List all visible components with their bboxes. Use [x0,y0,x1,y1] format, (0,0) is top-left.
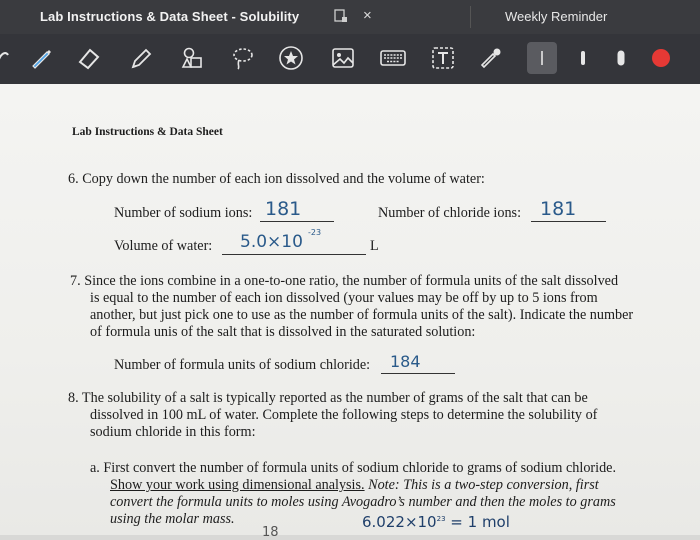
qa-note: Note: This is a two-step conversion, fir… [364,477,599,493]
red-color-icon [652,49,670,67]
tool-shapes[interactable] [178,43,208,73]
hw-avogadro-base: 6.022×10 [362,513,437,531]
lasso-icon [233,48,253,70]
eyedropper-icon [480,48,501,69]
tool-pen[interactable] [26,43,56,73]
qa-line-3: convert the formula units to moles using… [110,494,616,510]
highlighter-icon [131,48,152,69]
q8-line-1: 8. The solubility of a salt is typically… [68,390,588,406]
sodium-ions-blank[interactable] [260,221,334,222]
qa-line-1: a. First convert the number of formula u… [90,460,617,476]
tool-lasso-partial[interactable] [0,43,24,73]
q7-line-1: 7. Since the ions combine in a one-to-on… [70,273,619,289]
q7-line-2: is equal to the number of each ion disso… [90,290,598,306]
hw-avogadro-rest: = 1 mol [445,513,510,531]
tool-highlighter[interactable] [126,43,156,73]
formula-units-value: 184 [390,352,421,371]
eraser-icon [78,48,100,70]
pen-icon [32,50,51,69]
q8-line-2: dissolved in 100 mL of water. Complete t… [90,407,598,423]
tab-divider [470,6,471,28]
tool-thick-stroke[interactable] [606,43,636,73]
sodium-ions-label: Number of sodium ions: [114,205,253,221]
formula-units-blank[interactable] [381,373,455,374]
text-box-icon [432,47,454,69]
keyboard-icon [380,50,406,66]
tool-lasso[interactable] [228,43,258,73]
active-tab-title[interactable]: Lab Instructions & Data Sheet - Solubili… [40,9,299,24]
tool-image[interactable] [328,43,358,73]
tool-medium-stroke[interactable] [568,43,598,73]
tool-eraser[interactable] [74,43,104,73]
q8-line-3: sodium chloride in this form: [90,424,256,440]
tool-sticker[interactable] [276,43,306,73]
tool-text-box[interactable] [428,43,458,73]
title-bar: Lab Instructions & Data Sheet - Solubili… [0,0,700,34]
chloride-ions-label: Number of chloride ions: [378,205,522,221]
tool-thin-stroke[interactable] [527,43,557,73]
q6-prompt: 6. Copy down the number of each ion diss… [68,171,485,187]
document-header: Lab Instructions & Data Sheet [72,126,223,138]
chloride-ions-value: 181 [540,198,577,220]
qa-underlined-instruction: Show your work using dimensional analysi… [110,477,365,493]
volume-blank[interactable] [222,254,366,255]
volume-unit: L [370,238,379,254]
handwritten-partial: 18 [262,525,279,540]
thick-stroke-icon [617,50,625,66]
close-tab-button[interactable]: × [363,7,372,24]
tab-weekly-reminder[interactable]: Weekly Reminder [505,9,607,24]
sodium-ions-value: 181 [265,198,302,220]
q7-line-3: another, but just pick one to use as the… [90,307,634,323]
hw-avogadro-exp: 23 [436,515,446,523]
medium-stroke-icon [581,51,585,65]
volume-value: 5.0×10 [240,232,303,252]
page-layout-icon[interactable] [334,9,348,23]
star-sticker-icon [279,46,303,70]
qa-line-2: Show your work using dimensional analysi… [110,477,599,494]
volume-exponent: -23 [308,228,322,237]
tool-eyedropper[interactable] [476,43,506,73]
formula-units-label: Number of formula units of sodium chlori… [114,357,371,373]
qa-line-4: using the molar mass. [110,511,235,527]
lasso-partial-icon [0,52,9,60]
image-icon [332,48,354,68]
document-page[interactable]: Lab Instructions & Data Sheet 6. Copy do… [0,84,700,540]
tool-keyboard[interactable] [378,43,408,73]
volume-label: Volume of water: [114,238,213,254]
shapes-icon [181,47,202,68]
chloride-ions-blank[interactable] [531,221,606,222]
q7-line-4: of formula unis of the salt that is diss… [90,324,476,340]
thin-stroke-icon [541,51,543,65]
drawing-toolbar [0,34,700,84]
tool-red-color[interactable] [646,43,676,73]
handwritten-avogadro: 6.022×1023 = 1 mol [362,513,510,531]
